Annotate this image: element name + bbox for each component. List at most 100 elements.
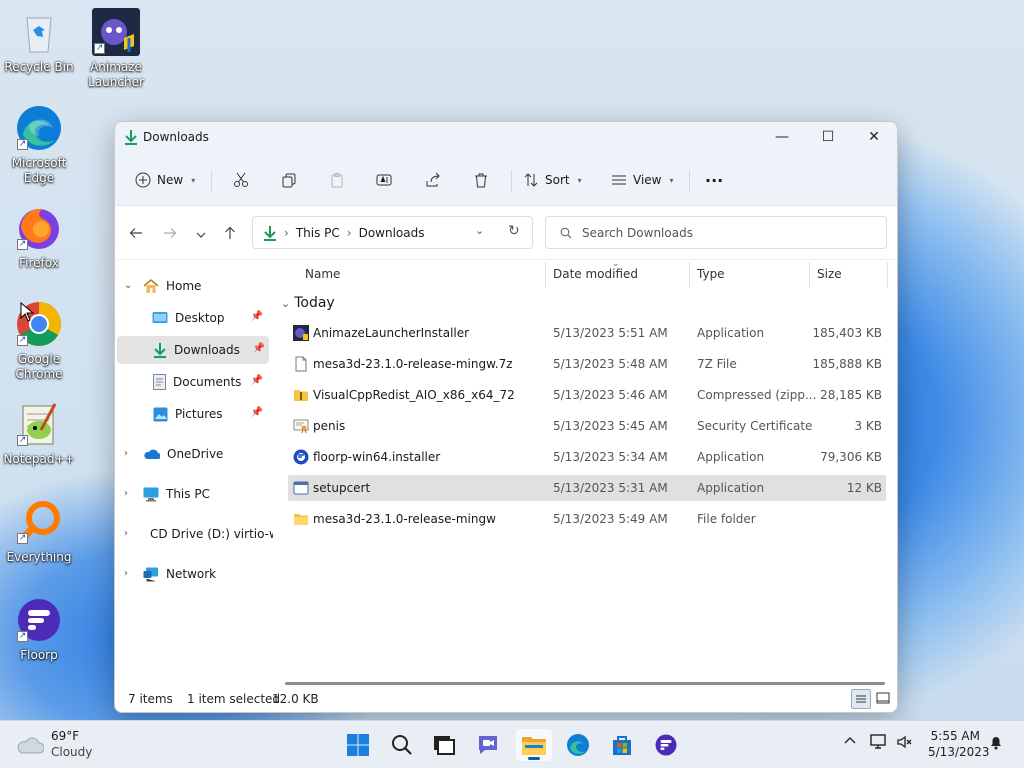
column-header-date[interactable]: Date modified <box>553 267 638 281</box>
new-button[interactable]: New ▾ <box>135 167 195 193</box>
weather-temperature: 69°F <box>51 729 80 743</box>
copy-button[interactable] <box>281 167 297 193</box>
desktop-icon-everything[interactable]: ↗ Everything <box>2 498 76 565</box>
new-label: New <box>157 173 184 187</box>
file-row-selected[interactable]: setupcert 5/13/2023 5:31 AM Application … <box>288 475 886 501</box>
sort-button[interactable]: Sort ▾ <box>523 167 582 193</box>
weather-condition: Cloudy <box>51 745 93 759</box>
breadcrumb-this-pc[interactable]: This PC <box>296 226 340 240</box>
desktop-icon-recycle-bin[interactable]: Recycle Bin <box>2 8 76 75</box>
tiles-view-button[interactable] <box>875 690 891 709</box>
item-count: 7 items <box>128 692 173 706</box>
share-button[interactable] <box>425 167 441 193</box>
details-view-button[interactable] <box>851 689 871 709</box>
refresh-icon[interactable]: ↻ <box>508 223 520 239</box>
column-header-name[interactable]: Name <box>305 267 340 281</box>
breadcrumb-downloads[interactable]: Downloads <box>359 226 425 240</box>
sidebar-item-desktop[interactable]: Desktop 📌 <box>115 304 267 332</box>
forward-button[interactable] <box>160 226 180 246</box>
column-header-size[interactable]: Size <box>817 267 842 281</box>
up-button[interactable] <box>220 226 240 246</box>
view-label: View <box>633 173 662 187</box>
search-box[interactable]: Search Downloads <box>545 216 887 249</box>
chevron-right-icon[interactable]: › <box>124 528 128 539</box>
desktop-icon-chrome[interactable]: ↗ Google Chrome <box>2 300 76 382</box>
desktop-icon-firefox[interactable]: ↗ Firefox <box>2 204 76 271</box>
network-monitor-icon <box>870 734 886 749</box>
desktop-icon-edge[interactable]: ↗ Microsoft Edge <box>2 104 76 186</box>
sidebar-item-documents[interactable]: Documents 📌 <box>115 368 267 396</box>
sidebar-item-home[interactable]: ⌄ Home <box>115 272 267 300</box>
title-bar[interactable]: Downloads — ☐ ✕ <box>115 122 897 152</box>
column-divider[interactable] <box>545 262 546 288</box>
speaker-muted-icon <box>897 735 912 749</box>
shortcut-arrow-icon: ↗ <box>17 631 28 642</box>
sidebar-item-onedrive[interactable]: › OneDrive <box>115 440 267 468</box>
delete-button[interactable] <box>473 167 489 193</box>
task-view-button[interactable] <box>426 729 462 761</box>
recent-locations-button[interactable] <box>191 226 211 246</box>
close-button[interactable]: ✕ <box>851 122 897 152</box>
volume-button[interactable] <box>896 734 912 753</box>
file-row[interactable]: floorp-win64.installer 5/13/2023 5:34 AM… <box>288 444 886 470</box>
file-date: 5/13/2023 5:48 AM <box>553 357 668 371</box>
column-divider[interactable] <box>809 262 810 288</box>
file-row[interactable]: VisualCppRedist_AIO_x86_x64_72 5/13/2023… <box>288 382 886 408</box>
pin-icon: 📌 <box>250 311 263 322</box>
file-row[interactable]: mesa3d-23.1.0-release-mingw 5/13/2023 5:… <box>288 506 886 532</box>
search-taskbar-button[interactable] <box>384 729 420 761</box>
sidebar-item-cd-drive[interactable]: › CD Drive (D:) virtio-w <box>115 520 273 548</box>
desktop-icon-notepadpp[interactable]: ↗ Notepad++ <box>2 400 76 467</box>
network-status-button[interactable] <box>870 734 888 753</box>
chevron-right-icon[interactable]: › <box>124 448 128 459</box>
sidebar-label: OneDrive <box>167 447 224 461</box>
desktop-icon-floorp[interactable]: ↗ Floorp <box>2 596 76 663</box>
file-explorer-taskbar-button[interactable] <box>516 729 552 761</box>
sidebar-item-pictures[interactable]: Pictures 📌 <box>115 400 267 428</box>
column-divider[interactable] <box>887 262 888 288</box>
address-bar[interactable]: › This PC › Downloads ⌄ ↻ <box>252 216 533 249</box>
more-options-button[interactable]: ··· <box>705 167 723 193</box>
chat-button[interactable] <box>470 729 506 761</box>
notifications-button[interactable] <box>988 734 1004 753</box>
maximize-button[interactable]: ☐ <box>805 122 851 152</box>
rename-button[interactable] <box>376 167 392 193</box>
file-row[interactable]: AnimazeLauncherInstaller 5/13/2023 5:51 … <box>288 320 886 346</box>
weather-widget[interactable]: 69°F Cloudy <box>16 729 116 761</box>
show-hidden-icons-button[interactable] <box>843 733 857 750</box>
horizontal-scrollbar[interactable] <box>285 682 885 685</box>
view-button[interactable]: View ▾ <box>611 167 674 193</box>
column-header-type[interactable]: Type <box>697 267 725 281</box>
back-button[interactable] <box>126 226 146 246</box>
address-dropdown-icon[interactable]: ⌄ <box>475 224 484 237</box>
sort-label: Sort <box>545 173 570 187</box>
chevron-right-icon[interactable]: › <box>124 568 128 579</box>
pin-icon: 📌 <box>250 375 263 386</box>
chevron-right-icon[interactable]: › <box>124 488 128 499</box>
pin-icon: 📌 <box>252 343 265 354</box>
edge-taskbar-button[interactable] <box>560 729 596 761</box>
desktop-icon-animaze[interactable]: ↗ Animaze Launcher <box>79 8 153 90</box>
column-divider[interactable] <box>689 262 690 288</box>
chevron-down-icon[interactable]: ⌄ <box>124 280 132 291</box>
sidebar-item-this-pc[interactable]: › This PC <box>115 480 267 508</box>
store-taskbar-button[interactable] <box>604 729 640 761</box>
downloads-arrow-icon <box>154 343 166 358</box>
arrow-right-icon <box>164 228 177 238</box>
group-header-today[interactable]: ⌄ Today <box>281 295 335 311</box>
start-button[interactable] <box>340 729 376 761</box>
shortcut-arrow-icon: ↗ <box>17 533 28 544</box>
sidebar-label: CD Drive (D:) virtio-w <box>150 527 273 541</box>
file-row[interactable]: mesa3d-23.1.0-release-mingw.7z 5/13/2023… <box>288 351 886 377</box>
clock[interactable]: 5:55 AM 5/13/2023 <box>928 729 990 759</box>
floorp-taskbar-button[interactable] <box>648 729 684 761</box>
sidebar-item-network[interactable]: › Network <box>115 560 267 588</box>
minimize-button[interactable]: — <box>759 122 805 152</box>
paste-button[interactable] <box>329 167 345 193</box>
sidebar-item-downloads[interactable]: Downloads 📌 <box>117 336 269 364</box>
file-date: 5/13/2023 5:51 AM <box>553 326 668 340</box>
network-icon <box>143 567 158 581</box>
search-placeholder: Search Downloads <box>582 225 693 240</box>
file-row[interactable]: penis 5/13/2023 5:45 AM Security Certifi… <box>288 413 886 439</box>
cut-button[interactable] <box>233 167 249 193</box>
